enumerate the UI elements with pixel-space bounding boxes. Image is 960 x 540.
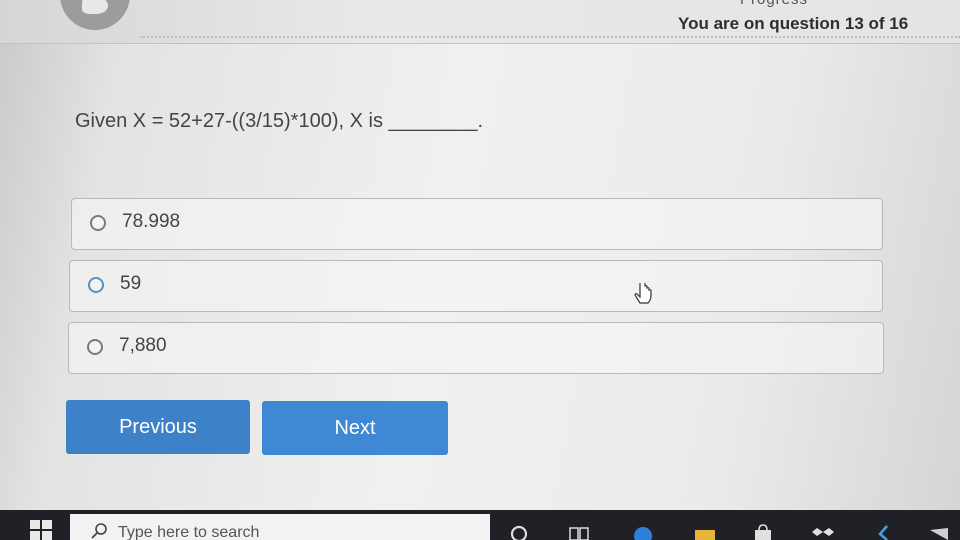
answer-option-2[interactable]: 59 [69,260,883,312]
question-counter: You are on question 13 of 16 [678,14,909,33]
previous-button[interactable]: Previous [66,400,250,454]
taskbar: Type here to search [0,510,960,540]
next-button[interactable]: Next [262,401,448,455]
radio-button[interactable] [88,277,104,293]
answer-option-3[interactable]: 7,880 [68,322,884,374]
vscode-icon[interactable] [928,520,950,540]
back-arrow-icon[interactable] [872,520,894,540]
task-view-icon[interactable] [568,520,590,540]
search-icon [91,523,107,539]
file-explorer-icon[interactable] [694,520,716,540]
radio-button[interactable] [87,339,103,355]
taskbar-search-box[interactable]: Type here to search [70,514,490,540]
site-logo [60,0,130,30]
cortana-icon[interactable] [508,520,530,540]
dropbox-icon[interactable] [812,520,834,540]
answer-option-label: 7,880 [119,335,167,356]
answer-option-label: 59 [120,273,142,294]
edge-browser-icon[interactable] [632,520,654,540]
radio-button[interactable] [90,215,106,231]
store-icon[interactable] [752,520,774,540]
top-header: Progress You are on question 13 of 16 [0,0,960,44]
search-placeholder: Type here to search [118,524,260,540]
answer-option-label: 78.998 [122,211,181,232]
answer-option-1[interactable]: 78.998 [71,198,883,250]
header-divider [140,36,960,38]
windows-start-icon[interactable] [30,520,52,540]
question-text: Given X = 52+27-((3/15)*100), X is _____… [75,110,484,132]
hand-cursor-icon [634,283,652,304]
progress-label: Progress [740,0,808,8]
